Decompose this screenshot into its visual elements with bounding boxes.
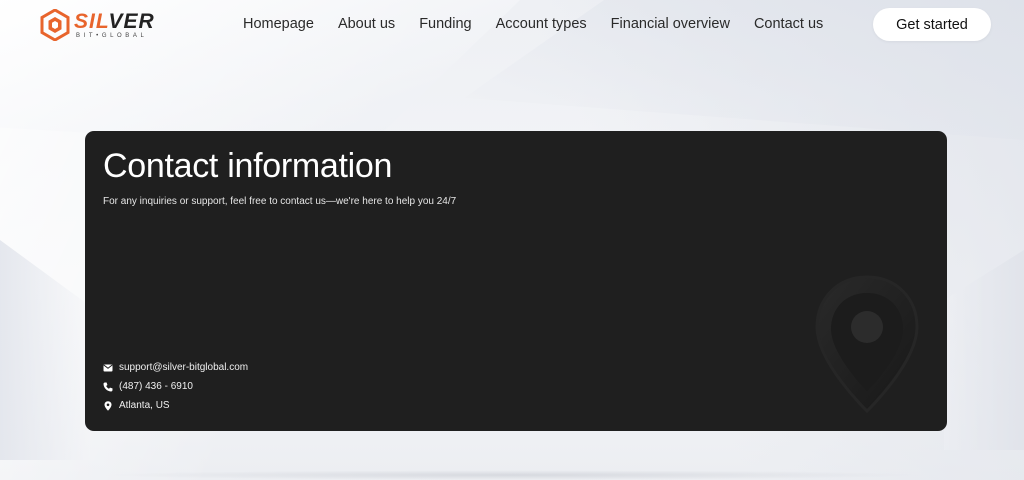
nav-about-us[interactable]: About us — [338, 16, 395, 32]
nav-homepage[interactable]: Homepage — [243, 16, 314, 32]
phone-icon — [103, 382, 113, 392]
section-divider-shadow — [100, 470, 924, 480]
contact-location-row: Atlanta, US — [103, 399, 248, 412]
contact-email-row: support@silver-bitglobal.com — [103, 361, 248, 374]
nav-financial-overview[interactable]: Financial overview — [611, 16, 730, 32]
nav-funding[interactable]: Funding — [419, 16, 471, 32]
background-facet — [0, 240, 90, 460]
background-facet — [944, 250, 1024, 450]
card-title: Contact information — [103, 147, 393, 185]
nav-account-types[interactable]: Account types — [496, 16, 587, 32]
site-header: SILVER BIT•GLOBAL Homepage About us Fund… — [0, 0, 1024, 50]
contact-phone[interactable]: (487) 436 - 6910 — [119, 381, 193, 392]
contact-location: Atlanta, US — [119, 400, 170, 411]
brand-wordmark: SILVER BIT•GLOBAL — [74, 11, 155, 39]
envelope-icon — [103, 363, 113, 373]
brand-logo[interactable]: SILVER BIT•GLOBAL — [40, 8, 180, 42]
map-pin-icon — [815, 275, 919, 414]
map-pin-icon — [103, 400, 113, 411]
contact-information-card: Contact information For any inquiries or… — [85, 131, 947, 431]
contact-email[interactable]: support@silver-bitglobal.com — [119, 362, 248, 373]
brand-name: SILVER — [74, 10, 155, 33]
brand-tagline: BIT•GLOBAL — [76, 33, 148, 39]
contact-phone-row: (487) 436 - 6910 — [103, 380, 248, 393]
get-started-button[interactable]: Get started — [873, 8, 991, 41]
nav-contact-us[interactable]: Contact us — [754, 16, 823, 32]
card-subtitle: For any inquiries or support, feel free … — [103, 196, 457, 207]
main-nav: Homepage About us Funding Account types … — [243, 16, 823, 32]
hexagon-logo-icon — [40, 9, 70, 41]
contact-list: support@silver-bitglobal.com (487) 436 -… — [103, 361, 248, 412]
